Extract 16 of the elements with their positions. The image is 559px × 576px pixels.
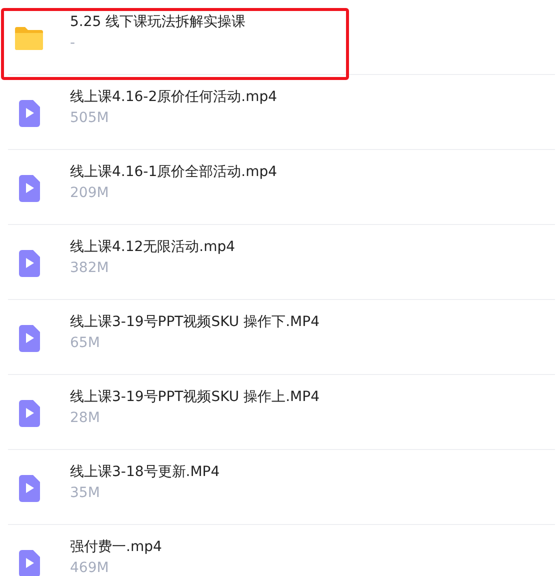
file-size: 209M: [70, 186, 109, 201]
file-size: 469M: [70, 561, 109, 576]
file-size: 28M: [70, 411, 100, 426]
file-size: 35M: [70, 486, 100, 501]
file-name[interactable]: 线上课3-18号更新.MP4: [70, 463, 220, 481]
file-name[interactable]: 线上课3-19号PPT视频SKU 操作上.MP4: [70, 388, 320, 406]
file-size: 65M: [70, 336, 100, 351]
file-name[interactable]: 线上课4.16-1原价全部活动.mp4: [70, 163, 278, 181]
file-name[interactable]: 线上课4.16-2原价任何活动.mp4: [70, 88, 278, 106]
file-name[interactable]: 强付费一.mp4: [70, 538, 162, 556]
file-name[interactable]: 线上课3-19号PPT视频SKU 操作下.MP4: [70, 313, 320, 331]
file-size: 382M: [70, 261, 109, 276]
file-size: 505M: [70, 111, 109, 126]
file-name[interactable]: 5.25 线下课玩法拆解实操课: [70, 13, 246, 31]
file-size: -: [70, 36, 76, 51]
file-name[interactable]: 线上课4.12无限活动.mp4: [70, 238, 236, 256]
